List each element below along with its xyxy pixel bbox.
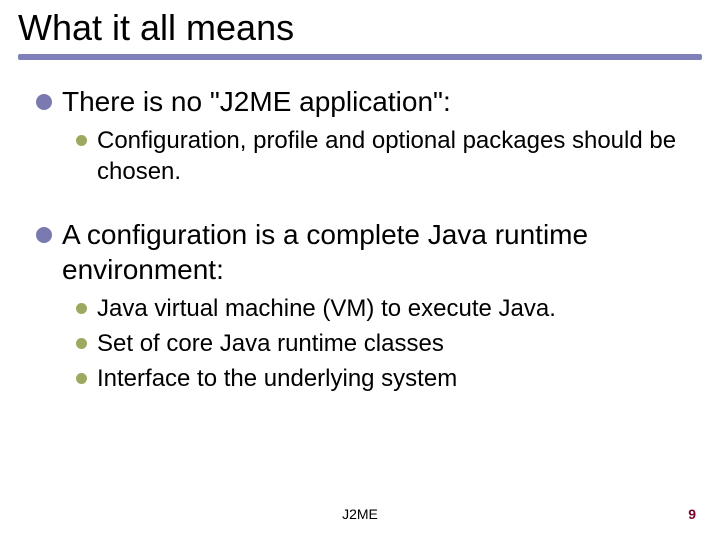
slide-title: What it all means	[18, 8, 702, 48]
bullet-level1: A configuration is a complete Java runti…	[36, 217, 684, 287]
bullet-level2: Set of core Java runtime classes	[76, 328, 684, 359]
bullet-level2: Interface to the underlying system	[76, 363, 684, 394]
spacer	[36, 191, 684, 217]
sub-bullet-text: Java virtual machine (VM) to execute Jav…	[97, 293, 684, 324]
sub-bullet-icon	[76, 373, 87, 384]
title-area: What it all means	[0, 0, 720, 60]
sub-bullet-text: Configuration, profile and optional pack…	[97, 125, 684, 187]
bullet-icon	[36, 94, 52, 110]
content-area: There is no "J2ME application": Configur…	[0, 60, 720, 395]
bullet-level2: Java virtual machine (VM) to execute Jav…	[76, 293, 684, 324]
sub-bullet-text: Set of core Java runtime classes	[97, 328, 684, 359]
slide: What it all means There is no "J2ME appl…	[0, 0, 720, 540]
bullet-level1: There is no "J2ME application":	[36, 84, 684, 119]
sub-bullet-icon	[76, 338, 87, 349]
bullet-icon	[36, 227, 52, 243]
sub-bullet-icon	[76, 303, 87, 314]
bullet-text: A configuration is a complete Java runti…	[62, 217, 684, 287]
page-number: 9	[688, 506, 696, 522]
sub-bullet-icon	[76, 135, 87, 146]
bullet-level2: Configuration, profile and optional pack…	[76, 125, 684, 187]
sub-bullet-text: Interface to the underlying system	[97, 363, 684, 394]
footer-label: J2ME	[0, 506, 720, 522]
bullet-text: There is no "J2ME application":	[62, 84, 684, 119]
